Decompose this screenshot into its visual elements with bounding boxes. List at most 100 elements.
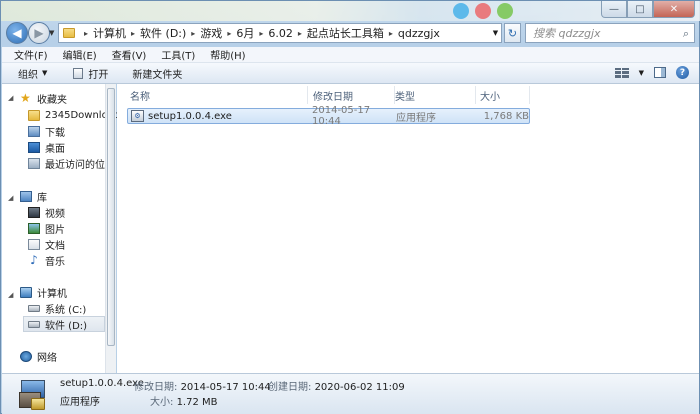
column-header-name[interactable]: 名称 bbox=[117, 86, 308, 104]
menu-edit[interactable]: 编辑(E) bbox=[63, 47, 97, 62]
collapse-icon[interactable]: ◢ bbox=[8, 94, 13, 102]
nav-scrollbar[interactable] bbox=[105, 84, 116, 373]
background-decoration bbox=[453, 3, 469, 19]
download-folder-icon bbox=[28, 125, 40, 137]
view-controls: ▼ ? bbox=[614, 66, 689, 79]
nav-item-documents[interactable]: 文档 bbox=[28, 236, 65, 252]
command-bar: 组织 ▼ 打开 新建文件夹 ▼ ? bbox=[2, 63, 699, 84]
video-icon bbox=[28, 206, 40, 218]
background-decoration bbox=[497, 3, 513, 19]
computer-icon bbox=[20, 286, 32, 298]
menu-bar: 文件(F) 编辑(E) 查看(V) 工具(T) 帮助(H) bbox=[2, 47, 699, 63]
menu-tools[interactable]: 工具(T) bbox=[161, 47, 195, 62]
star-icon: ★ bbox=[20, 90, 31, 105]
collapse-icon[interactable]: ◢ bbox=[8, 194, 13, 202]
history-dropdown[interactable]: ▼ bbox=[49, 29, 54, 37]
search-input[interactable] bbox=[533, 26, 673, 40]
search-box: ⌕ bbox=[525, 23, 695, 43]
details-size: 大小: 1.72 MB bbox=[150, 397, 218, 408]
background-decoration bbox=[475, 3, 491, 19]
breadcrumb-separator: ▸ bbox=[297, 28, 302, 38]
breadcrumb-separator: ▸ bbox=[388, 28, 393, 38]
maximize-button[interactable]: □ bbox=[627, 1, 653, 18]
nav-libraries[interactable]: 库 bbox=[20, 188, 47, 204]
nav-network[interactable]: 网络 bbox=[20, 348, 57, 364]
file-type-cell: 应用程序 bbox=[396, 112, 436, 124]
nav-item-videos[interactable]: 视频 bbox=[28, 204, 65, 220]
address-dropdown[interactable]: ▼ bbox=[490, 23, 502, 43]
breadcrumb-6-02[interactable]: 6.02 bbox=[268, 27, 293, 40]
column-header-size[interactable]: 大小 bbox=[476, 86, 530, 104]
breadcrumb-drive-d[interactable]: 软件 (D:) bbox=[140, 25, 186, 41]
scrollbar-thumb[interactable] bbox=[107, 88, 115, 346]
breadcrumb-separator: ▸ bbox=[131, 28, 136, 38]
title-bar: — □ ✕ bbox=[1, 1, 700, 21]
organize-button[interactable]: 组织 ▼ bbox=[18, 66, 47, 81]
refresh-icon: ↻ bbox=[507, 26, 518, 40]
nav-item-drive-d[interactable]: 软件 (D:) bbox=[23, 316, 105, 332]
document-icon bbox=[28, 238, 40, 250]
refresh-button[interactable]: ↻ bbox=[504, 23, 521, 43]
network-icon bbox=[20, 350, 32, 362]
application-icon: ⚙ bbox=[131, 110, 144, 122]
help-icon[interactable]: ? bbox=[676, 66, 689, 79]
arrow-left-icon: ◀ bbox=[12, 26, 22, 40]
file-list: 名称 修改日期 类型 大小 ⚙ setup1.0.0.4.exe 2014-05… bbox=[117, 84, 699, 373]
details-file-name: setup1.0.0.4.exe bbox=[60, 378, 144, 389]
recent-places-icon bbox=[28, 157, 40, 169]
new-folder-label: 新建文件夹 bbox=[132, 69, 183, 81]
preview-pane-icon[interactable] bbox=[654, 67, 666, 78]
breadcrumb-toolbox[interactable]: 起点站长工具箱 bbox=[307, 25, 384, 41]
search-icon[interactable]: ⌕ bbox=[683, 27, 689, 41]
nav-item-recent[interactable]: 最近访问的位置 bbox=[28, 155, 115, 171]
chevron-down-icon: ▼ bbox=[492, 29, 499, 37]
open-label: 打开 bbox=[88, 69, 109, 81]
breadcrumb-separator: ▸ bbox=[191, 28, 196, 38]
new-folder-button[interactable]: 新建文件夹 bbox=[132, 66, 182, 81]
chevron-down-icon[interactable]: ▼ bbox=[639, 69, 644, 77]
system-drive-icon bbox=[28, 304, 40, 312]
menu-file[interactable]: 文件(F) bbox=[14, 47, 48, 62]
file-modified-cell: 2014-05-17 10:44 bbox=[312, 105, 371, 127]
breadcrumb-june[interactable]: 6月 bbox=[236, 25, 254, 41]
details-created: 创建日期: 2020-06-02 11:09 bbox=[268, 382, 405, 393]
nav-item-desktop[interactable]: 桌面 bbox=[28, 139, 65, 155]
collapse-icon[interactable]: ◢ bbox=[8, 291, 13, 299]
nav-item-drive-c[interactable]: 系统 (C:) bbox=[28, 300, 86, 316]
column-header-type[interactable]: 类型 bbox=[395, 86, 476, 104]
menu-view[interactable]: 查看(V) bbox=[112, 47, 147, 62]
table-row[interactable]: ⚙ setup1.0.0.4.exe 2014-05-17 10:44 应用程序… bbox=[127, 105, 530, 127]
address-bar[interactable]: ▸ 计算机 ▸ 软件 (D:) ▸ 游戏 ▸ 6月 ▸ 6.02 ▸ 起点站长工… bbox=[58, 23, 502, 43]
nav-favorites[interactable]: ★ 收藏夹 bbox=[20, 90, 67, 106]
nav-item-music[interactable]: ♪ 音乐 bbox=[28, 252, 65, 268]
back-button[interactable]: ◀ bbox=[6, 22, 28, 44]
forward-button[interactable]: ▶ bbox=[28, 22, 50, 44]
arrow-right-icon: ▶ bbox=[34, 26, 44, 40]
nav-computer[interactable]: 计算机 bbox=[20, 284, 67, 300]
breadcrumb-separator: ▸ bbox=[84, 28, 89, 38]
breadcrumb-separator: ▸ bbox=[227, 28, 232, 38]
close-button[interactable]: ✕ bbox=[653, 1, 695, 18]
nav-item-pictures[interactable]: 图片 bbox=[28, 220, 65, 236]
folder-icon bbox=[63, 28, 75, 38]
column-header-modified[interactable]: 修改日期 bbox=[308, 86, 395, 104]
nav-item-downloads[interactable]: 下载 bbox=[28, 123, 65, 139]
navigation-pane: ◢ ★ 收藏夹 2345Downloads 下载 桌面 最近访问的位置 ◢ 库 bbox=[2, 84, 125, 373]
minimize-button[interactable]: — bbox=[601, 1, 627, 18]
application-large-icon bbox=[19, 378, 47, 410]
file-name-cell: ⚙ setup1.0.0.4.exe bbox=[128, 108, 312, 124]
chevron-down-icon: ▼ bbox=[42, 69, 48, 77]
address-row: ◀ ▶ ▼ ▸ 计算机 ▸ 软件 (D:) ▸ 游戏 ▸ 6月 ▸ 6.02 ▸… bbox=[1, 21, 700, 47]
column-headers: 名称 修改日期 类型 大小 bbox=[117, 86, 699, 104]
folder-icon bbox=[28, 109, 40, 121]
breadcrumb-qdzzgjx[interactable]: qdzzgjx bbox=[398, 27, 440, 40]
open-button[interactable]: 打开 bbox=[73, 66, 108, 81]
file-size-cell: 1,768 KB bbox=[483, 110, 529, 122]
breadcrumb-games[interactable]: 游戏 bbox=[200, 25, 222, 41]
view-options-icon[interactable] bbox=[614, 67, 629, 78]
menu-help[interactable]: 帮助(H) bbox=[210, 47, 245, 62]
details-file-type: 应用程序 bbox=[60, 397, 100, 408]
open-icon bbox=[73, 67, 84, 79]
breadcrumb-computer[interactable]: 计算机 bbox=[93, 25, 126, 41]
details-modified: 修改日期: 2014-05-17 10:44 bbox=[134, 382, 271, 393]
